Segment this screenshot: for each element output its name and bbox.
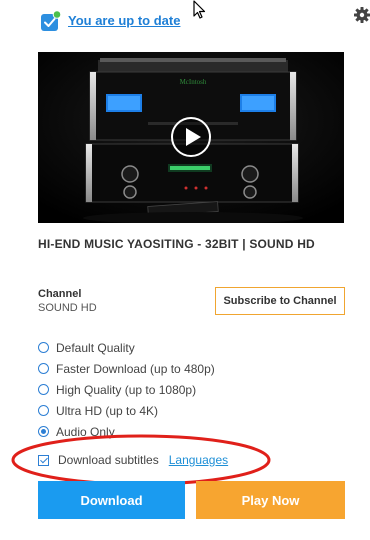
option-label: High Quality (up to 1080p) — [56, 382, 197, 397]
up-to-date-link[interactable]: You are up to date — [68, 13, 180, 28]
subtitles-label[interactable]: Download subtitles — [58, 453, 159, 467]
option-label: Audio Only — [56, 424, 115, 439]
radio-button-selected[interactable] — [38, 426, 49, 437]
top-bar: You are up to date — [0, 0, 370, 40]
subtitles-row: Download subtitles Languages — [38, 451, 228, 469]
radio-button[interactable] — [38, 384, 49, 395]
option-label: Ultra HD (up to 4K) — [56, 403, 159, 418]
video-title: HI-END MUSIC YAOSITING - 32BIT | SOUND H… — [38, 237, 315, 251]
svg-text:McIntosh: McIntosh — [180, 78, 207, 86]
update-check-icon — [41, 10, 62, 31]
play-now-button[interactable]: Play Now — [196, 481, 345, 519]
radio-button[interactable] — [38, 363, 49, 374]
languages-link[interactable]: Languages — [169, 453, 228, 467]
radio-button[interactable] — [38, 342, 49, 353]
subtitles-checkbox[interactable] — [38, 454, 49, 466]
quality-option-high[interactable]: High Quality (up to 1080p) — [38, 379, 338, 400]
radio-button[interactable] — [38, 405, 49, 416]
gear-icon[interactable] — [354, 7, 370, 23]
quality-options: Default Quality Faster Download (up to 4… — [38, 337, 338, 442]
option-label: Faster Download (up to 480p) — [56, 361, 215, 376]
option-label: Default Quality — [56, 340, 135, 355]
channel-label: Channel — [38, 288, 82, 300]
quality-option-ultra-hd[interactable]: Ultra HD (up to 4K) — [38, 400, 338, 421]
quality-option-audio-only[interactable]: Audio Only — [38, 421, 338, 442]
channel-name: SOUND HD — [38, 302, 97, 314]
quality-option-faster[interactable]: Faster Download (up to 480p) — [38, 358, 338, 379]
download-button[interactable]: Download — [38, 481, 185, 519]
play-icon[interactable] — [170, 116, 212, 158]
quality-option-default[interactable]: Default Quality — [38, 337, 338, 358]
mouse-cursor-icon — [193, 0, 206, 19]
video-thumbnail[interactable]: McIntosh — [38, 52, 344, 223]
subscribe-button[interactable]: Subscribe to Channel — [215, 287, 345, 315]
